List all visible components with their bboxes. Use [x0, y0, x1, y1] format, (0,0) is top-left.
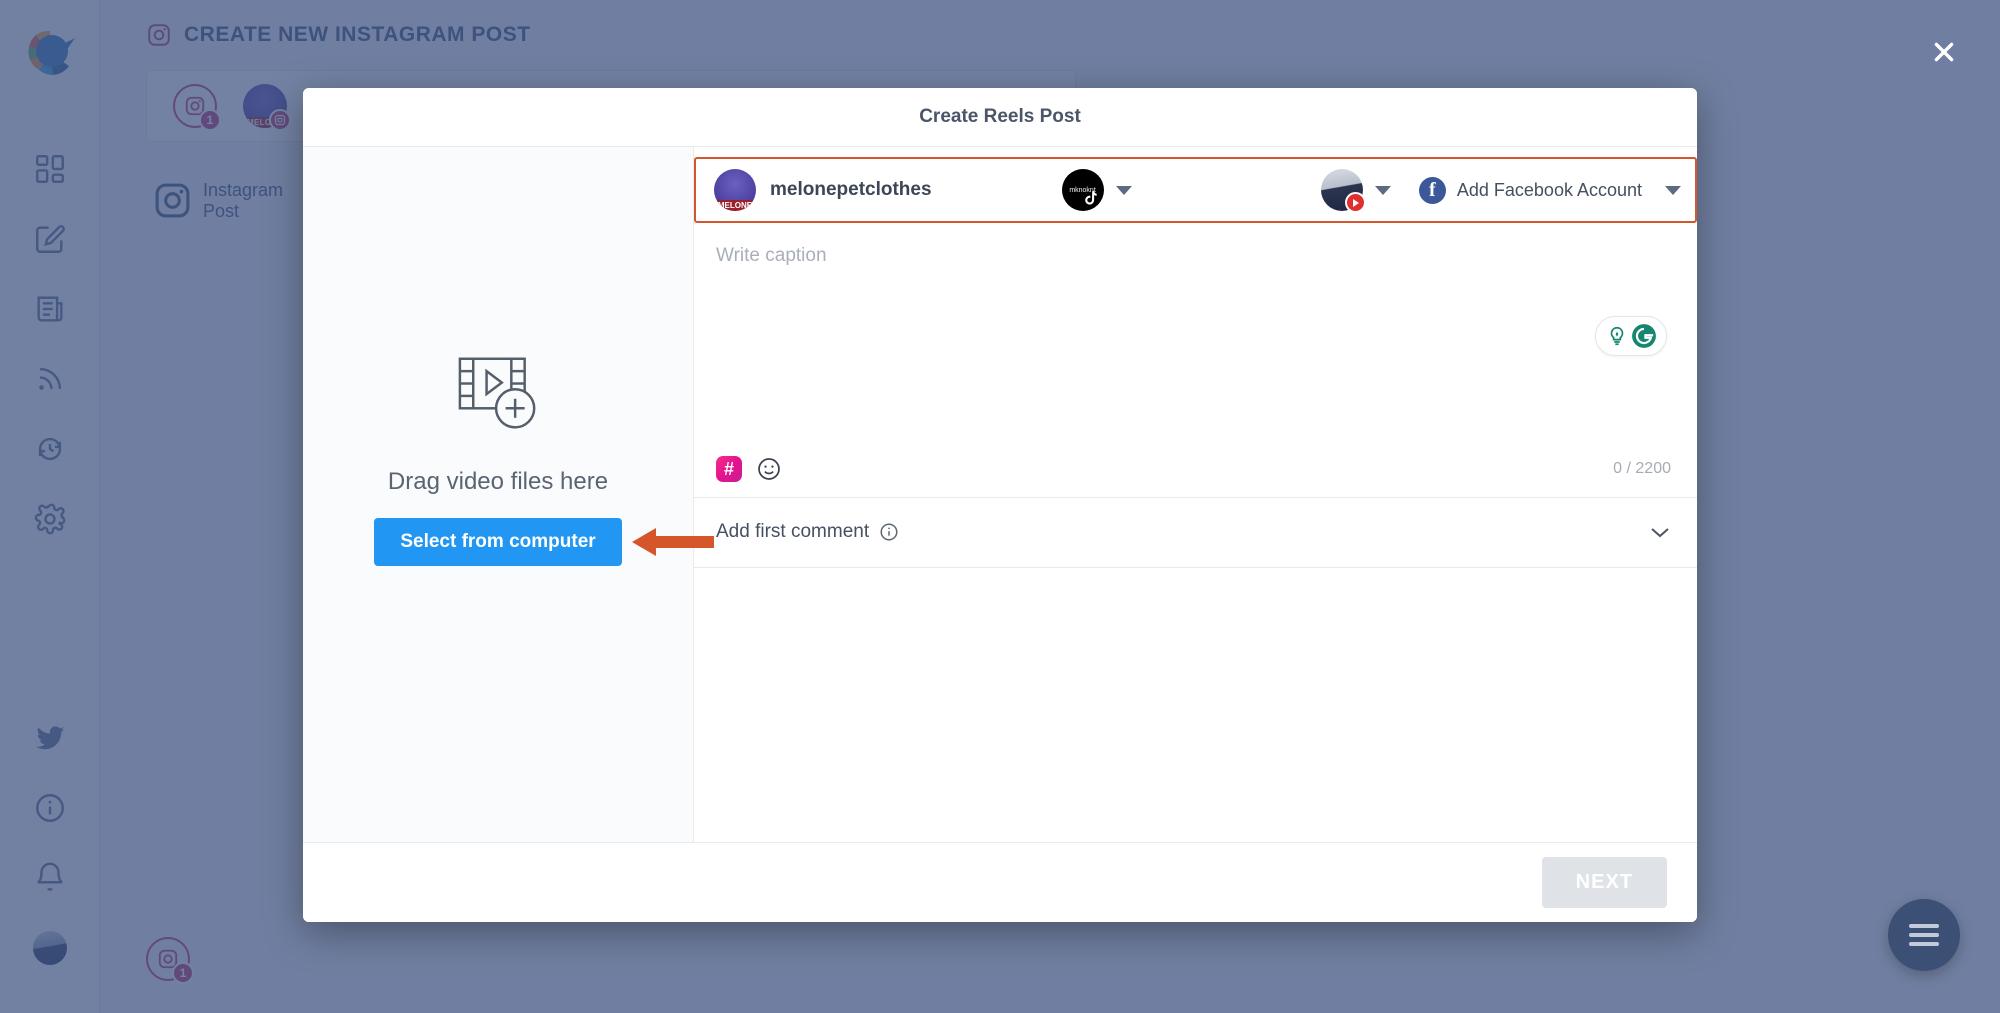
add-first-comment-label: Add first comment: [716, 521, 869, 543]
tiktok-note-icon: [1083, 191, 1097, 207]
grammarly-logo-icon: [1631, 323, 1657, 349]
caption-input[interactable]: Write caption: [694, 223, 1697, 442]
select-from-computer-button[interactable]: Select from computer: [374, 518, 621, 566]
modal-title: Create Reels Post: [303, 88, 1697, 146]
expanded-content-region: [694, 568, 1697, 843]
drop-zone-text: Drag video files here: [388, 468, 608, 496]
account-handle: melonepetclothes: [770, 179, 932, 201]
chevron-down-icon[interactable]: [1649, 525, 1671, 539]
hashtag-glyph: #: [724, 460, 734, 478]
youtube-account-slot[interactable]: [1321, 169, 1391, 211]
chevron-down-icon[interactable]: [1665, 186, 1681, 195]
modal-body: Drag video files here Select from comput…: [303, 146, 1697, 842]
grammarly-suggestion-icon: [1606, 325, 1628, 347]
account-selection-bar: MELONE melonepetclothes mknoknt: [694, 157, 1697, 223]
melonepetclothes-avatar: MELONE: [714, 169, 756, 211]
tiktok-account-avatar: mknoknt: [1062, 169, 1104, 211]
add-facebook-account-label: Add Facebook Account: [1457, 180, 1642, 201]
grammarly-widget[interactable]: [1595, 316, 1667, 356]
hamburger-menu-icon: [1909, 919, 1939, 951]
video-file-add-icon: [450, 354, 546, 434]
caption-area: Write caption: [694, 223, 1697, 498]
pointer-arrow-icon: [632, 525, 714, 559]
caption-placeholder: Write caption: [716, 245, 1671, 267]
create-reels-post-modal: Create Reels Post Drag video files here …: [303, 88, 1697, 922]
chevron-down-icon[interactable]: [1375, 186, 1391, 195]
floating-menu-button[interactable]: [1888, 899, 1960, 971]
add-first-comment-row[interactable]: Add first comment: [694, 498, 1697, 568]
avatar-label: MELONE: [714, 200, 756, 211]
hashtag-button[interactable]: #: [716, 456, 742, 482]
youtube-account-avatar: [1321, 169, 1363, 211]
youtube-play-icon: [1345, 192, 1366, 213]
next-button[interactable]: NEXT: [1542, 857, 1667, 908]
compose-pane: MELONE melonepetclothes mknoknt: [694, 147, 1697, 842]
modal-footer: NEXT: [303, 842, 1697, 922]
facebook-icon: f: [1419, 177, 1446, 204]
emoji-smiley-icon[interactable]: [756, 456, 782, 482]
video-drop-zone[interactable]: Drag video files here Select from comput…: [303, 147, 694, 842]
close-icon: [1931, 39, 1957, 65]
close-button[interactable]: [1924, 32, 1964, 72]
info-circle-icon[interactable]: [879, 522, 899, 542]
selected-account[interactable]: MELONE melonepetclothes: [714, 169, 932, 211]
add-facebook-account-button[interactable]: f Add Facebook Account: [1419, 177, 1681, 204]
chevron-down-icon[interactable]: [1116, 186, 1132, 195]
tiktok-account-slot[interactable]: mknoknt: [1062, 169, 1132, 211]
character-counter: 0 / 2200: [1613, 460, 1671, 478]
caption-toolbar: # 0 / 2200: [694, 442, 1697, 498]
